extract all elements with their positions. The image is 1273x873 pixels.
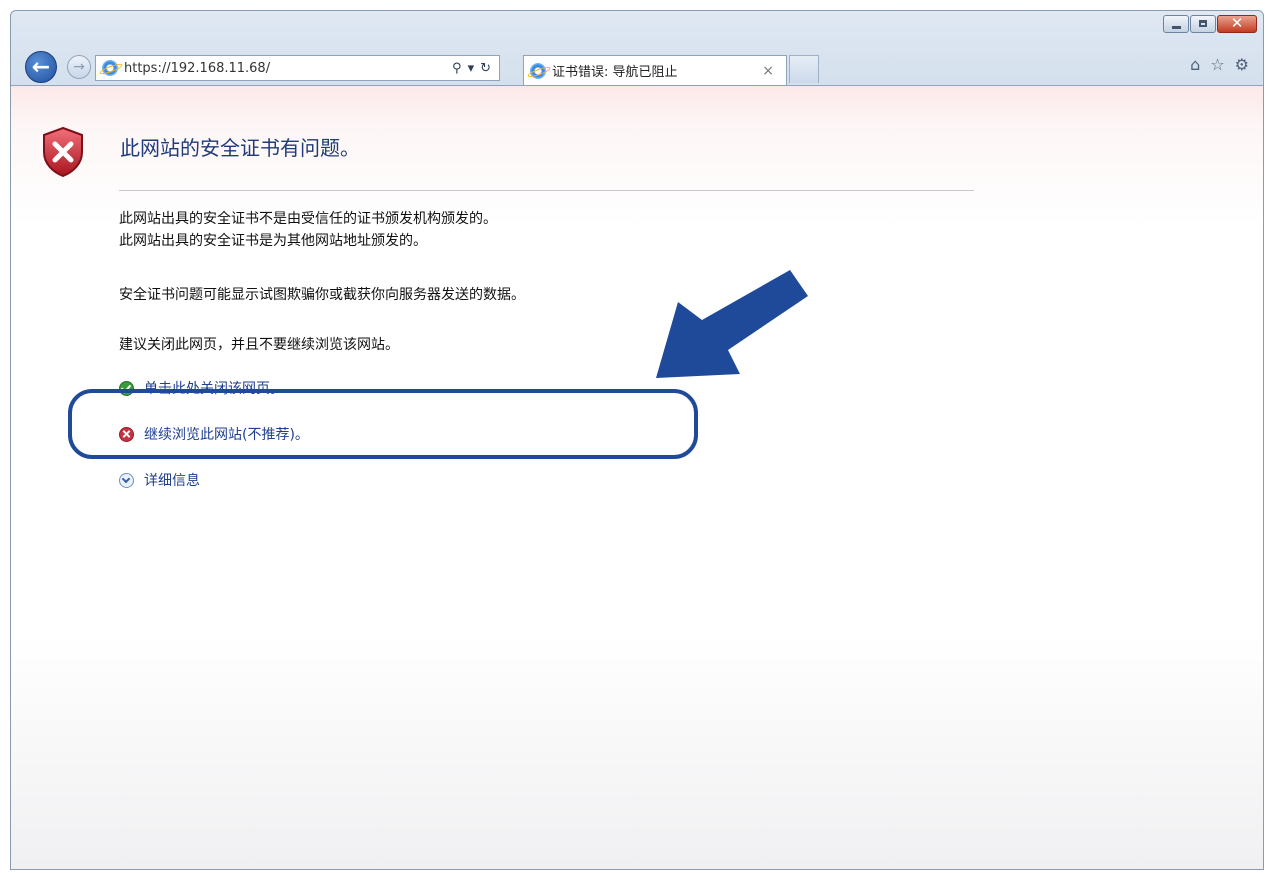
divider	[119, 190, 974, 191]
more-information-label: 详细信息	[144, 473, 200, 489]
more-information-toggle[interactable]: 详细信息	[119, 470, 200, 490]
annotation-arrow-icon	[656, 270, 808, 378]
tab-title: 证书错误: 导航已阻止	[552, 65, 678, 80]
gear-icon[interactable]: ⚙	[1235, 55, 1249, 74]
tab-certificate-error[interactable]: 证书错误: 导航已阻止 ×	[523, 55, 787, 85]
close-window-button[interactable]: ✕	[1217, 14, 1257, 33]
forward-button[interactable]: →	[67, 55, 91, 79]
chevron-down-icon[interactable]: ▾	[468, 61, 475, 76]
shield-error-icon	[43, 126, 83, 178]
warning-text: 安全证书问题可能显示试图欺骗你或截获你向服务器发送的数据。	[119, 287, 525, 303]
forward-arrow-icon: →	[73, 59, 85, 75]
reason-mismatch: 此网站出具的安全证书是为其他网站地址颁发的。	[119, 233, 427, 249]
new-tab-button[interactable]	[789, 55, 819, 83]
page-content: 此网站的安全证书有问题。 此网站出具的安全证书不是由受信任的证书颁发机构颁发的。…	[11, 85, 1263, 869]
address-url[interactable]: https://192.168.11.68/	[124, 61, 452, 76]
chevron-down-icon	[119, 472, 134, 488]
advice-text: 建议关闭此网页，并且不要继续浏览该网站。	[119, 337, 399, 353]
annotation-highlight-box	[68, 389, 698, 459]
ie-page-icon	[102, 60, 118, 76]
window-caption-buttons: ✕	[1163, 14, 1257, 33]
close-icon: ✕	[1230, 14, 1244, 32]
toolbar-icons: ⌂ ☆ ⚙	[1190, 55, 1249, 74]
refresh-icon[interactable]: ↻	[480, 61, 491, 76]
minimize-button[interactable]	[1163, 15, 1189, 33]
back-button[interactable]: ←	[25, 51, 57, 83]
reason-untrusted: 此网站出具的安全证书不是由受信任的证书颁发机构颁发的。	[119, 211, 497, 227]
ie-tab-icon	[530, 62, 546, 79]
back-arrow-icon: ←	[31, 54, 51, 80]
address-bar[interactable]: https://192.168.11.68/ ⚲ ▾ ↻	[95, 55, 500, 81]
page-title: 此网站的安全证书有问题。	[120, 136, 360, 160]
tab-close-icon[interactable]: ×	[762, 63, 774, 79]
search-icon[interactable]: ⚲	[452, 61, 462, 76]
address-controls: ⚲ ▾ ↻	[452, 61, 499, 76]
maximize-button[interactable]	[1190, 15, 1216, 33]
home-icon[interactable]: ⌂	[1190, 55, 1200, 74]
favorites-star-icon[interactable]: ☆	[1210, 55, 1224, 74]
